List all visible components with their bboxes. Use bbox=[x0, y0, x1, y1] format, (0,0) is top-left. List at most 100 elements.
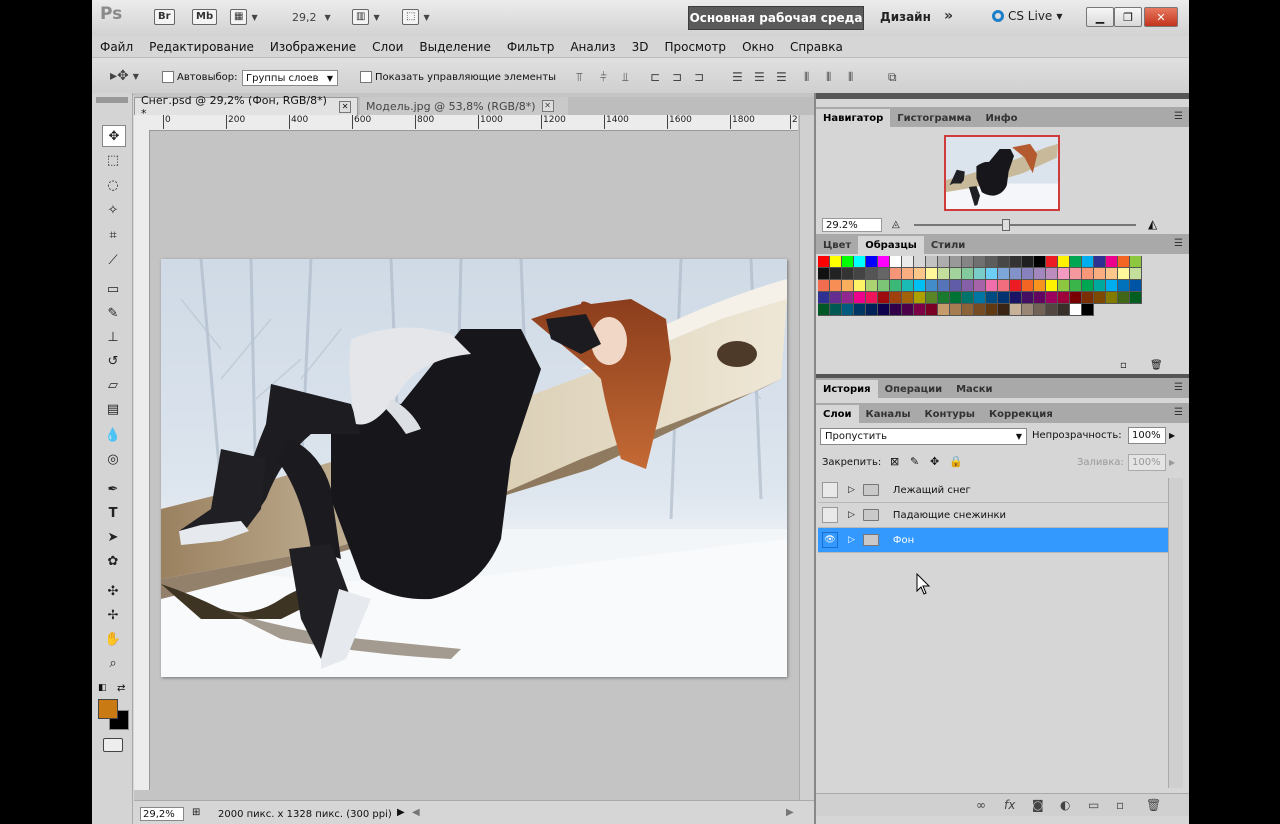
color-swatch[interactable] bbox=[1118, 292, 1130, 304]
color-swatch[interactable] bbox=[962, 304, 974, 316]
document-vertical-scrollbar[interactable] bbox=[799, 115, 815, 805]
menu-file[interactable]: Файл bbox=[92, 40, 141, 54]
color-swatch[interactable] bbox=[1034, 256, 1046, 268]
expand-group-icon[interactable]: ▷ bbox=[848, 485, 855, 495]
type-tool[interactable]: T bbox=[102, 503, 124, 523]
document-info-icon[interactable]: ⊞ bbox=[192, 807, 200, 818]
color-swatch[interactable] bbox=[878, 256, 890, 268]
color-swatch[interactable] bbox=[1022, 256, 1034, 268]
navigator-zoom-field[interactable]: 29.2% bbox=[822, 218, 882, 232]
color-swatch[interactable] bbox=[962, 268, 974, 280]
color-swatch[interactable] bbox=[1070, 256, 1082, 268]
close-tab-icon[interactable]: ✕ bbox=[541, 100, 554, 112]
color-swatch[interactable] bbox=[950, 292, 962, 304]
tab-layers[interactable]: Слои bbox=[816, 405, 859, 423]
history-brush-tool[interactable]: ↺ bbox=[102, 351, 124, 371]
menu-view[interactable]: Просмотр bbox=[656, 40, 734, 54]
align-hcenter-icon[interactable]: ⊐ bbox=[672, 70, 682, 84]
gradient-tool[interactable]: ▤ bbox=[102, 399, 124, 419]
color-swatch[interactable] bbox=[974, 268, 986, 280]
color-swatch[interactable] bbox=[854, 304, 866, 316]
workspace-more-button[interactable]: » bbox=[944, 8, 953, 24]
color-swatch[interactable] bbox=[926, 280, 938, 292]
color-swatch[interactable] bbox=[998, 304, 1010, 316]
layers-scrollbar[interactable] bbox=[1168, 478, 1183, 788]
foreground-color-swatch[interactable] bbox=[98, 699, 118, 719]
color-swatch[interactable] bbox=[998, 268, 1010, 280]
opacity-slider-arrow-icon[interactable]: ▶ bbox=[1169, 431, 1175, 440]
workspace-essentials-button[interactable]: Основная рабочая среда bbox=[688, 6, 864, 30]
color-swatch[interactable] bbox=[842, 304, 854, 316]
color-swatch[interactable] bbox=[1106, 268, 1118, 280]
color-swatch[interactable] bbox=[998, 280, 1010, 292]
zoom-level-dropdown[interactable]: 29,2 ▼ bbox=[292, 8, 331, 26]
bridge-button[interactable]: Br bbox=[154, 8, 175, 26]
autoselect-checkbox[interactable] bbox=[162, 71, 174, 83]
color-swatch[interactable] bbox=[1046, 304, 1058, 316]
color-swatch[interactable] bbox=[1094, 292, 1106, 304]
default-colors-icon[interactable]: ◧ bbox=[98, 683, 107, 693]
new-layer-icon[interactable]: ▫ bbox=[1116, 798, 1124, 812]
color-swatch[interactable] bbox=[938, 304, 950, 316]
color-swatch[interactable] bbox=[818, 256, 830, 268]
shape-tool[interactable]: ✿ bbox=[102, 551, 124, 571]
color-swatch[interactable] bbox=[962, 256, 974, 268]
color-swatch[interactable] bbox=[1058, 280, 1070, 292]
color-swatch[interactable] bbox=[902, 268, 914, 280]
trash-icon[interactable]: 🗑 bbox=[1146, 798, 1161, 812]
color-swatch[interactable] bbox=[1082, 292, 1094, 304]
panel-menu-icon[interactable]: ☰ bbox=[1174, 407, 1183, 418]
color-swatch[interactable] bbox=[1130, 280, 1142, 292]
color-swatch[interactable] bbox=[998, 256, 1010, 268]
menu-3d[interactable]: 3D bbox=[624, 40, 657, 54]
color-swatch[interactable] bbox=[986, 280, 998, 292]
workspace-design-button[interactable]: Дизайн bbox=[880, 10, 931, 24]
visibility-toggle-icon[interactable] bbox=[822, 507, 838, 523]
color-swatch[interactable] bbox=[842, 256, 854, 268]
auto-align-layers-icon[interactable]: ⧉ bbox=[888, 70, 897, 85]
color-swatch[interactable] bbox=[1118, 280, 1130, 292]
color-swatch[interactable] bbox=[1046, 256, 1058, 268]
panel-collapse-bar[interactable] bbox=[816, 93, 1189, 99]
align-vcenter-icon[interactable]: ⫩ bbox=[600, 70, 607, 85]
color-swatch[interactable] bbox=[1010, 292, 1022, 304]
autoselect-target-dropdown[interactable]: Группы слоев ▼ bbox=[242, 70, 338, 86]
color-swatch[interactable] bbox=[950, 280, 962, 292]
color-swatch[interactable] bbox=[1118, 256, 1130, 268]
color-swatch[interactable] bbox=[986, 292, 998, 304]
minimize-button[interactable]: ▁ bbox=[1086, 7, 1114, 27]
color-swatch[interactable] bbox=[1106, 256, 1118, 268]
pen-tool[interactable]: ✒ bbox=[102, 479, 124, 499]
color-swatch[interactable] bbox=[866, 292, 878, 304]
layer-row-selected[interactable]: 👁 ▷ Фон bbox=[818, 528, 1168, 553]
maximize-button[interactable]: ❐ bbox=[1114, 7, 1142, 27]
align-left-icon[interactable]: ⊏ bbox=[650, 70, 660, 84]
color-swatch[interactable] bbox=[902, 304, 914, 316]
minibridge-button[interactable]: Mb bbox=[192, 8, 218, 26]
color-swatch[interactable] bbox=[962, 292, 974, 304]
arrange-documents-dropdown[interactable]: ▥ ▼ bbox=[352, 8, 380, 26]
color-swatch[interactable] bbox=[902, 292, 914, 304]
add-mask-icon[interactable]: ◙ bbox=[1032, 798, 1044, 812]
color-swatch[interactable] bbox=[1094, 256, 1106, 268]
distribute-top-icon[interactable]: ☰ bbox=[732, 70, 743, 84]
move-tool[interactable]: ✥ bbox=[102, 125, 126, 147]
distribute-bottom-icon[interactable]: ☰ bbox=[776, 70, 787, 84]
color-swatch[interactable] bbox=[1022, 304, 1034, 316]
close-button[interactable]: ✕ bbox=[1144, 7, 1178, 27]
menu-edit[interactable]: Редактирование bbox=[141, 40, 262, 54]
color-swatch[interactable] bbox=[926, 304, 938, 316]
color-swatch[interactable] bbox=[830, 268, 842, 280]
color-swatch[interactable] bbox=[1118, 268, 1130, 280]
color-swatch[interactable] bbox=[818, 280, 830, 292]
3d-camera-tool[interactable]: ✢ bbox=[102, 605, 124, 625]
tab-histogram[interactable]: Гистограмма bbox=[890, 109, 978, 127]
color-swatch[interactable] bbox=[914, 292, 926, 304]
show-transform-controls-checkbox[interactable] bbox=[360, 71, 372, 83]
color-swatch[interactable] bbox=[1130, 292, 1142, 304]
dodge-tool[interactable]: ◎ bbox=[102, 449, 124, 469]
tab-actions[interactable]: Операции bbox=[878, 380, 950, 398]
color-swatch[interactable] bbox=[1034, 304, 1046, 316]
view-extras-dropdown[interactable]: ▦ ▼ bbox=[230, 8, 258, 26]
trash-icon[interactable]: 🗑 bbox=[1150, 360, 1163, 371]
